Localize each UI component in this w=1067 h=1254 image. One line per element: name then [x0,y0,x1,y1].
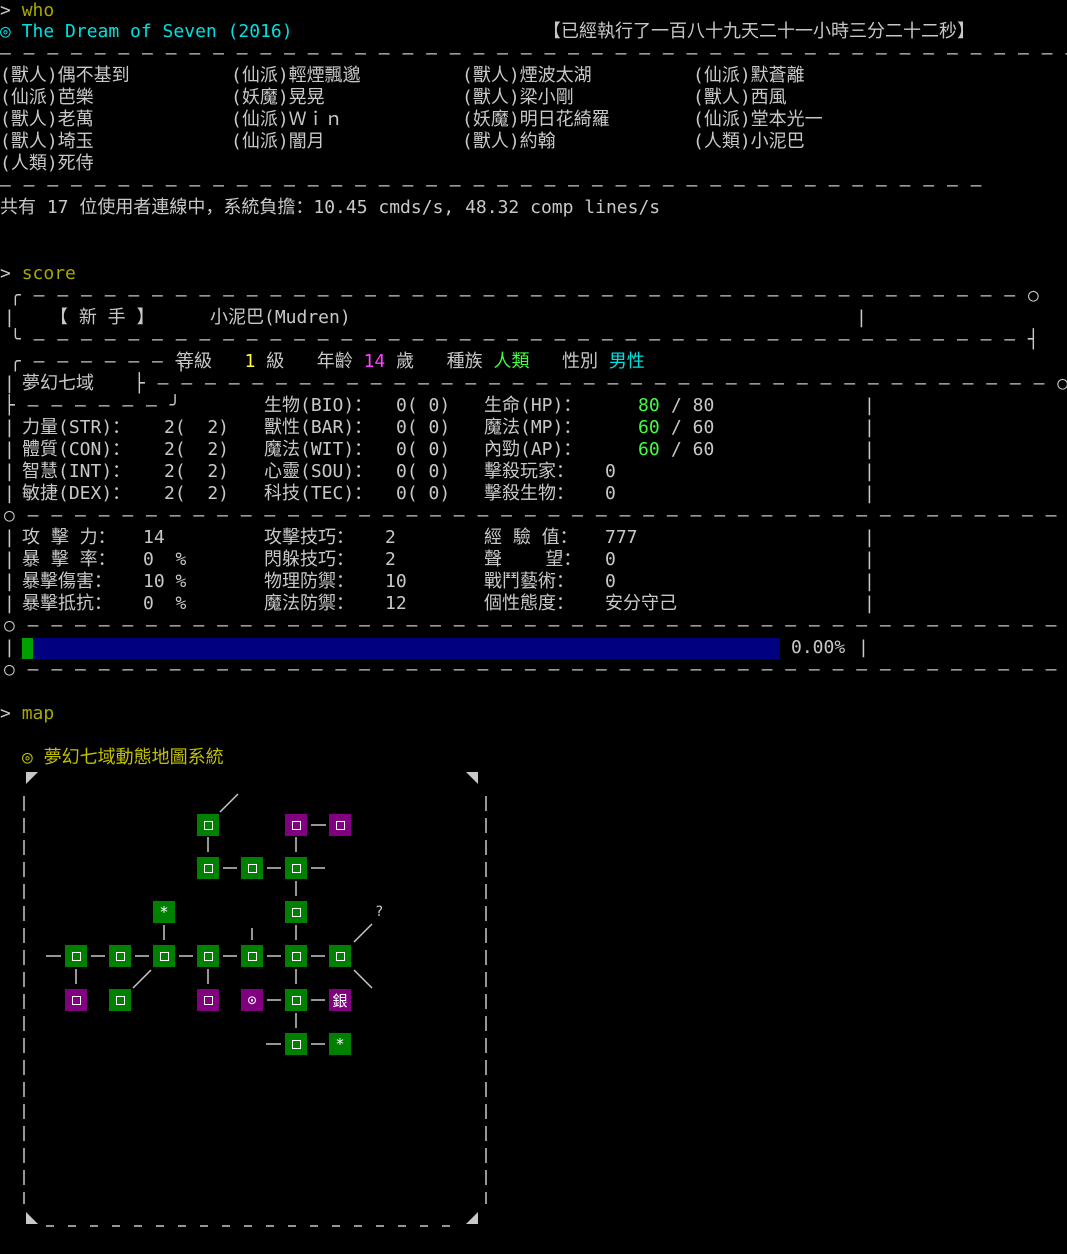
room-square-icon [203,820,213,830]
star-marker: * [159,903,169,921]
room-square-icon [71,951,81,961]
map-room [109,989,131,1011]
room-square-icon [115,995,125,1005]
room-square-icon [203,951,213,961]
room-square-icon [335,951,345,961]
room-square-icon [247,951,257,961]
map-room [65,989,87,1011]
map-room [329,945,351,967]
room-square-icon [291,1039,301,1049]
map-room [285,901,307,923]
map-room [241,857,263,879]
room-square-icon [291,863,301,873]
map-room [153,945,175,967]
room-square-icon [71,995,81,1005]
map-room [285,945,307,967]
room-square-icon [159,951,169,961]
map-room-bank: 銀 [329,989,351,1011]
map-room-player: ⊙ [241,989,263,1011]
room-square-icon [291,820,301,830]
room-square-icon [291,951,301,961]
unknown-exit: ? [375,904,384,920]
room-square-icon [203,995,213,1005]
map-room [285,814,307,836]
map-room [285,989,307,1011]
map-room-star: * [153,901,175,923]
map-frame [23,772,487,1227]
room-square-icon [291,995,301,1005]
bank-marker: 銀 [332,991,348,1010]
map-room [65,945,87,967]
room-square-icon [203,863,213,873]
room-square-icon [247,863,257,873]
map-room [197,857,219,879]
room-square-icon [291,907,301,917]
star-marker: * [335,1035,345,1053]
map-room [197,814,219,836]
map-room [285,1033,307,1055]
map-room [197,945,219,967]
map-room [329,814,351,836]
map-room [197,989,219,1011]
map-room [241,945,263,967]
map-room [109,945,131,967]
player-marker: ⊙ [247,991,257,1009]
room-square-icon [115,951,125,961]
map-room [285,857,307,879]
map-room-star: * [329,1033,351,1055]
room-square-icon [335,820,345,830]
